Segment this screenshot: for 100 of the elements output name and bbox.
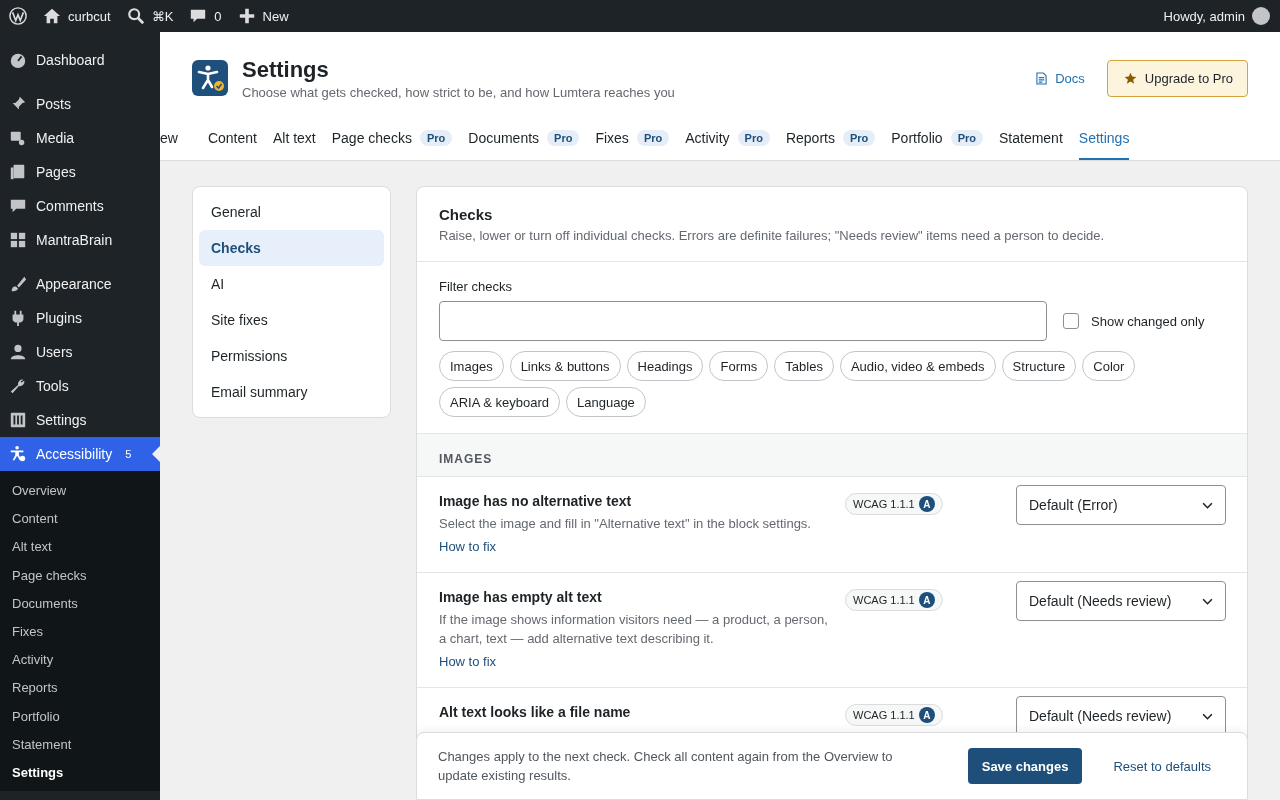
submenu-item[interactable]: Activity (0, 646, 160, 675)
plus-icon[interactable] (237, 7, 256, 25)
category-chip[interactable]: Tables (774, 351, 834, 381)
sidebar-item[interactable]: Pages (0, 155, 160, 189)
document-icon (1036, 71, 1048, 85)
nav-tab[interactable]: Page checks Pro (331, 118, 453, 160)
category-chip[interactable]: ARIA & keyboard (439, 387, 560, 417)
submenu-item[interactable]: Content (0, 505, 160, 534)
chevron-down-icon (1202, 597, 1213, 605)
comment-count[interactable]: 0 (214, 8, 222, 24)
sidebar-item[interactable]: Settings (0, 403, 160, 437)
settings-nav-item[interactable]: Site fixes (199, 302, 384, 338)
reset-link[interactable]: Reset to defaults (1113, 758, 1211, 774)
submenu-item[interactable]: Alt text (0, 533, 160, 562)
nav-tab[interactable]: Reports Pro (785, 118, 876, 160)
greeting-link[interactable]: Howdy, admin (1163, 8, 1245, 24)
nav-tab[interactable]: Content (207, 118, 257, 160)
menu-icon (9, 411, 27, 429)
sidebar-item[interactable]: MantraBrain (0, 223, 160, 257)
pro-badge: Pro (737, 130, 770, 146)
settings-nav-item[interactable]: AI (199, 266, 384, 302)
submenu-item[interactable]: Reports (0, 674, 160, 703)
category-chip[interactable]: Audio, video & embeds (839, 351, 996, 381)
submenu-item[interactable]: Settings (0, 758, 160, 788)
page-title: Settings (242, 56, 330, 83)
submenu-item[interactable]: Page checks (0, 561, 160, 590)
section-header: IMAGES (417, 434, 1247, 477)
logo-icon[interactable] (9, 7, 27, 25)
wcag-badge: WCAG 1.1.1 A (845, 493, 943, 515)
category-chip[interactable]: Headings (626, 351, 704, 381)
pro-badge: Pro (842, 130, 876, 146)
severity-select[interactable]: Default (Error) (1016, 485, 1226, 525)
category-chip[interactable]: Language (566, 387, 646, 417)
sidebar-item[interactable]: Dashboard (0, 43, 160, 77)
pro-badge: Pro (419, 130, 453, 146)
save-button[interactable]: Save changes (967, 748, 1083, 784)
page-subtitle: Choose what gets checked, how strict to be, and how Lumtera reaches you (242, 84, 676, 100)
nav-tab[interactable]: Statement (999, 118, 1063, 160)
category-chip[interactable]: Forms (709, 351, 769, 381)
severity-select[interactable]: Default (Needs review) (1016, 581, 1226, 621)
save-note: Changes apply to the next check. Check all content again from the Overview to update existing results. (438, 748, 894, 785)
submenu-item[interactable]: Overview (0, 477, 160, 506)
nav-tab[interactable]: Alt text (272, 118, 316, 160)
nav-tab[interactable]: Fixes Pro (595, 118, 670, 160)
menu-icon (9, 377, 27, 395)
settings-nav-item[interactable]: Permissions (199, 338, 384, 374)
home-icon[interactable] (43, 7, 61, 25)
filter-field[interactable] (439, 301, 1047, 341)
site-name-link[interactable]: curbcut (68, 8, 111, 24)
settings-nav-item[interactable]: Checks (199, 230, 384, 266)
sidebar-item[interactable]: Appearance (0, 267, 160, 301)
category-chip[interactable]: Color (1082, 351, 1136, 381)
submenu-item[interactable]: Statement (0, 730, 160, 759)
sidebar-item[interactable]: Posts (0, 87, 160, 121)
search-icon[interactable] (126, 7, 145, 25)
pro-badge: Pro (636, 130, 670, 146)
nav-tab[interactable]: Portfolio Pro (891, 118, 983, 160)
menu-icon (9, 445, 27, 463)
sidebar-item[interactable]: Accessibility 5 (0, 437, 160, 471)
card-title: Checks (439, 206, 494, 223)
current-pointer (152, 446, 160, 462)
menu-icon (9, 343, 27, 361)
submenu-item[interactable]: Documents (0, 589, 160, 618)
category-chip[interactable]: Images (439, 351, 504, 381)
avatar-icon[interactable] (1252, 7, 1270, 25)
new-link[interactable]: New (262, 8, 289, 24)
card-description: Raise, lower or turn off individual checks. Errors are definite failures; "Needs review" items need a person to decide. (439, 228, 1106, 243)
sidebar-item[interactable]: Plugins (0, 301, 160, 335)
docs-link[interactable]: Docs (1036, 70, 1085, 86)
sidebar-item[interactable]: Users (0, 335, 160, 369)
nav-tab[interactable]: Activity Pro (685, 118, 770, 160)
sidebar-item[interactable]: Media (0, 121, 160, 155)
submenu-item[interactable]: Portfolio (0, 702, 160, 731)
level-badge: A (918, 707, 935, 723)
how-to-fix-link[interactable]: How to fix (439, 654, 497, 669)
filter-label: Filter checks (439, 279, 512, 294)
chevron-down-icon (1202, 712, 1213, 720)
category-chip[interactable]: Links & buttons (509, 351, 621, 381)
settings-nav-item[interactable]: Email summary (199, 374, 384, 410)
category-chip[interactable]: Structure (1001, 351, 1077, 381)
accessibility-logo-icon (192, 60, 228, 96)
search-shortcut[interactable]: ⌘K (151, 8, 174, 24)
nav-tab[interactable]: Documents Pro (468, 118, 580, 160)
wcag-badge: WCAG 1.1.1 A (845, 589, 943, 611)
submenu-item[interactable]: Fixes (0, 617, 160, 647)
pro-badge: Pro (547, 130, 580, 146)
check-title: Image has empty alt text (439, 589, 603, 605)
nav-tab[interactable]: ew (160, 118, 192, 160)
how-to-fix-link[interactable]: How to fix (439, 539, 497, 554)
chevron-down-icon (1202, 501, 1213, 509)
checkbox[interactable] (1063, 313, 1079, 329)
sidebar-item[interactable]: Tools (0, 369, 160, 403)
check-title: Alt text looks like a file name (439, 704, 632, 720)
menu-icon (9, 163, 27, 181)
sidebar-item[interactable]: Comments (0, 189, 160, 223)
menu-icon (9, 231, 27, 249)
settings-nav-item[interactable]: General (199, 194, 384, 230)
nav-tab[interactable]: Settings (1078, 118, 1130, 160)
menu-icon (9, 129, 27, 147)
upgrade-button[interactable]: Upgrade to Pro (1106, 59, 1248, 97)
